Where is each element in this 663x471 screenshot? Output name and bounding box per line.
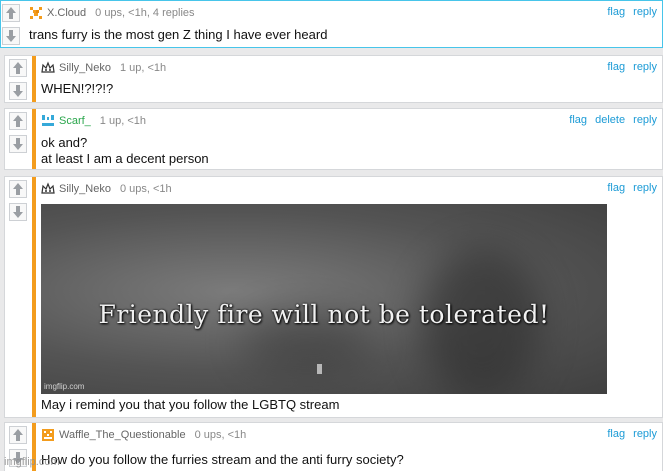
vote-controls bbox=[8, 177, 30, 417]
upvote-button[interactable] bbox=[2, 4, 20, 22]
upvote-button[interactable] bbox=[9, 426, 27, 444]
crown-avatar-icon[interactable] bbox=[41, 61, 55, 75]
comment-item: Silly_Neko 0 ups, <1h flag reply Friendl… bbox=[4, 176, 663, 418]
comment-actions: flag reply bbox=[602, 6, 657, 18]
comment-text: May i remind you that you follow the LGB… bbox=[41, 397, 340, 412]
comment-text: How do you follow the furries stream and… bbox=[41, 452, 404, 467]
delete-link[interactable]: delete bbox=[595, 114, 625, 126]
downvote-button[interactable] bbox=[9, 135, 27, 153]
down-arrow-icon bbox=[13, 138, 23, 150]
vote-controls bbox=[8, 56, 30, 102]
comment-thread: X.Cloud 0 ups, <1h, 4 replies flag reply… bbox=[0, 0, 663, 471]
comment-stats: 0 ups, <1h bbox=[194, 429, 247, 441]
comment-text: WHEN!?!?!? bbox=[41, 81, 114, 96]
down-arrow-icon bbox=[13, 206, 23, 218]
upvote-button[interactable] bbox=[9, 112, 27, 130]
up-arrow-icon bbox=[6, 7, 16, 19]
reply-link[interactable]: reply bbox=[633, 182, 657, 194]
username-link[interactable]: Silly_Neko bbox=[59, 183, 111, 195]
crown-avatar-icon[interactable] bbox=[41, 182, 55, 196]
meme-watermark: imgflip.com bbox=[44, 382, 85, 391]
flag-link[interactable]: flag bbox=[607, 182, 625, 194]
reply-accent-bar bbox=[32, 177, 36, 417]
comment-header: Scarf_ 1 up, <1h bbox=[41, 114, 146, 128]
reply-link[interactable]: reply bbox=[633, 114, 657, 126]
blue-face-avatar-icon[interactable] bbox=[41, 114, 55, 128]
comment-text-line: ok and? bbox=[41, 135, 88, 150]
up-arrow-icon bbox=[13, 429, 23, 441]
small-figure bbox=[317, 364, 322, 374]
x-pixel-avatar-icon[interactable] bbox=[29, 6, 43, 20]
flag-link[interactable]: flag bbox=[607, 6, 625, 18]
comment-stats: 0 ups, <1h bbox=[119, 183, 172, 195]
meme-image[interactable]: Friendly fire will not be tolerated! img… bbox=[41, 204, 607, 394]
comment-text-line: at least I am a decent person bbox=[41, 151, 209, 166]
reply-link[interactable]: reply bbox=[633, 428, 657, 440]
downvote-button[interactable] bbox=[9, 82, 27, 100]
upvote-button[interactable] bbox=[9, 59, 27, 77]
comment-header: Silly_Neko 1 up, <1h bbox=[41, 61, 166, 75]
vote-controls bbox=[1, 1, 23, 47]
downvote-button[interactable] bbox=[2, 27, 20, 45]
comment-stats: 1 up, <1h bbox=[119, 62, 167, 74]
comment-header: Waffle_The_Questionable 0 ups, <1h bbox=[41, 428, 246, 442]
username-link[interactable]: Waffle_The_Questionable bbox=[59, 429, 186, 441]
orange-pixel-avatar-icon[interactable] bbox=[41, 428, 55, 442]
meme-caption: Friendly fire will not be tolerated! bbox=[98, 300, 550, 329]
comment-actions: flag reply bbox=[602, 182, 657, 194]
flag-link[interactable]: flag bbox=[607, 428, 625, 440]
up-arrow-icon bbox=[13, 183, 23, 195]
username-link[interactable]: Silly_Neko bbox=[59, 62, 111, 74]
comment-item: Scarf_ 1 up, <1h flag delete reply ok an… bbox=[4, 108, 663, 170]
comment-actions: flag delete reply bbox=[564, 114, 657, 126]
flag-link[interactable]: flag bbox=[607, 61, 625, 73]
reply-accent-bar bbox=[32, 109, 36, 169]
username-link[interactable]: X.Cloud bbox=[47, 7, 86, 19]
comment-item: X.Cloud 0 ups, <1h, 4 replies flag reply… bbox=[0, 0, 663, 48]
comment-header: X.Cloud 0 ups, <1h, 4 replies bbox=[29, 6, 195, 20]
comment-actions: flag reply bbox=[602, 428, 657, 440]
up-arrow-icon bbox=[13, 62, 23, 74]
comment-header: Silly_Neko 0 ups, <1h bbox=[41, 182, 172, 196]
upvote-button[interactable] bbox=[9, 180, 27, 198]
flag-link[interactable]: flag bbox=[569, 114, 587, 126]
comment-text: trans furry is the most gen Z thing I ha… bbox=[29, 27, 328, 42]
reply-link[interactable]: reply bbox=[633, 6, 657, 18]
username-link[interactable]: Scarf_ bbox=[59, 115, 91, 127]
reply-accent-bar bbox=[32, 56, 36, 102]
down-arrow-icon bbox=[13, 85, 23, 97]
up-arrow-icon bbox=[13, 115, 23, 127]
reply-link[interactable]: reply bbox=[633, 61, 657, 73]
vote-controls bbox=[8, 109, 30, 169]
comment-stats: 0 ups, <1h, 4 replies bbox=[95, 7, 195, 19]
comment-stats: 1 up, <1h bbox=[99, 115, 146, 127]
comment-actions: flag reply bbox=[602, 61, 657, 73]
down-arrow-icon bbox=[6, 30, 16, 42]
imgflip-watermark: imgflip.com bbox=[4, 456, 60, 468]
downvote-button[interactable] bbox=[9, 203, 27, 221]
comment-item: Waffle_The_Questionable 0 ups, <1h flag … bbox=[4, 422, 663, 471]
comment-item: Silly_Neko 1 up, <1h flag reply WHEN!?!?… bbox=[4, 55, 663, 103]
